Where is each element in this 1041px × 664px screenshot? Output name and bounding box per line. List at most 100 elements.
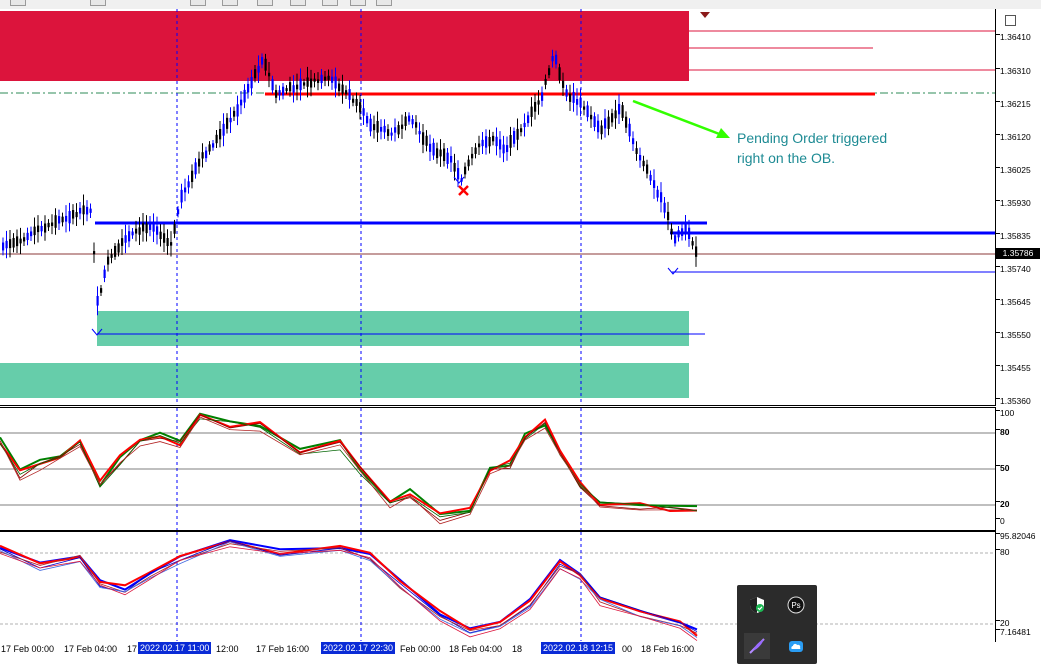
candle-body	[590, 114, 593, 120]
level-label: 95.82046	[1000, 531, 1036, 541]
candle-body	[282, 86, 285, 96]
chart-corner-box[interactable]	[1005, 15, 1016, 26]
toolbar-button[interactable]	[10, 0, 26, 6]
toolbar-button[interactable]	[376, 0, 392, 6]
candle-body	[464, 166, 467, 175]
candle-body	[222, 123, 225, 136]
candle-body	[632, 138, 635, 145]
candle-body	[324, 76, 327, 81]
candle-body	[604, 118, 607, 129]
annotation-arrow[interactable]	[632, 99, 730, 138]
candle-body	[457, 168, 460, 180]
candle-body	[660, 192, 663, 203]
toolbar-button[interactable]	[257, 0, 273, 6]
candle-body	[576, 99, 579, 105]
stochastic-panel[interactable]	[0, 407, 996, 531]
candle-body	[408, 115, 411, 122]
candle-body	[61, 216, 64, 223]
demand-zone-lower[interactable]	[0, 363, 689, 398]
price-chart[interactable]	[0, 9, 996, 406]
candle-body	[93, 251, 96, 255]
candle-body	[278, 90, 281, 96]
candle-body	[68, 211, 71, 224]
demand-zone-upper[interactable]	[97, 311, 689, 346]
shift-marker[interactable]	[700, 12, 710, 18]
candle-body	[401, 124, 404, 129]
oscillator-panel[interactable]	[0, 531, 996, 642]
candle-body	[184, 187, 187, 193]
candle-body	[583, 106, 586, 110]
toolbar-button[interactable]	[350, 0, 366, 6]
candle-body	[366, 116, 369, 124]
indicator-line	[0, 546, 698, 641]
time-label: 18 Feb 16:00	[641, 644, 695, 654]
candle-body	[695, 246, 698, 257]
toolbar-button[interactable]	[290, 0, 306, 6]
system-tray-popup[interactable]: Ps	[737, 585, 817, 664]
candle-body	[51, 222, 54, 226]
crosshair-time-label: 2022.02.18 12:15	[541, 642, 616, 654]
candle-body	[488, 136, 491, 147]
time-label: 17 Feb 04:00	[64, 644, 118, 654]
candle-body	[506, 145, 509, 153]
candle-body	[628, 123, 631, 137]
candle-body	[177, 209, 180, 215]
candle-body	[352, 98, 355, 103]
candle-body	[243, 89, 246, 103]
price-label: 1.35645	[1000, 297, 1031, 307]
candle-body	[54, 215, 57, 228]
candle-body	[208, 144, 211, 152]
price-label: 1.35835	[1000, 231, 1031, 241]
candle-body	[478, 143, 481, 148]
stochastic-canvas[interactable]	[0, 408, 995, 530]
candle-body	[527, 115, 530, 124]
toolbar-button[interactable]	[222, 0, 238, 6]
feather-icon[interactable]	[744, 633, 770, 659]
candle-body	[565, 89, 568, 97]
candle-body	[436, 148, 439, 159]
candle-body	[205, 150, 208, 159]
candle-body	[292, 85, 295, 93]
candle-body	[254, 69, 257, 79]
shield-check-icon[interactable]	[746, 594, 768, 616]
candle-body	[103, 269, 106, 278]
candle-body	[285, 88, 288, 92]
candle-body	[418, 130, 421, 135]
candle-body	[117, 243, 120, 253]
candle-body	[544, 78, 547, 85]
candle-body	[443, 148, 446, 162]
candle-body	[383, 125, 386, 133]
price-axis[interactable]: 1.36410 1.36310 1.36215 1.36120 1.36025 …	[996, 9, 1041, 406]
candle-body	[670, 228, 673, 234]
candle-body	[194, 162, 197, 175]
toolbar-button[interactable]	[322, 0, 338, 6]
time-label: 17 Feb 16:00	[256, 644, 310, 654]
oscillator-canvas[interactable]	[0, 532, 995, 642]
cloud-icon[interactable]	[785, 635, 807, 657]
candle-body	[625, 116, 628, 128]
candle-body	[548, 68, 551, 76]
toolbar-button[interactable]	[90, 0, 106, 6]
candle-body	[110, 254, 113, 258]
candle-body	[320, 74, 323, 84]
candle-body	[124, 235, 127, 243]
toolbar-button[interactable]	[190, 0, 206, 6]
candle-body	[191, 170, 194, 183]
candle-body	[359, 102, 362, 113]
candle-body	[492, 135, 495, 142]
candle-body	[481, 139, 484, 147]
candle-body	[387, 129, 390, 136]
candle-body	[114, 245, 117, 257]
time-axis[interactable]: 17 Feb 00:00 17 Feb 04:00 17 2022.02.17 …	[0, 641, 995, 664]
candle-body	[40, 225, 43, 232]
candle-body	[376, 120, 379, 133]
candle-body	[516, 128, 519, 140]
time-label: 17	[127, 644, 138, 654]
candle-body	[233, 110, 236, 117]
ps-circle-icon[interactable]: Ps	[785, 594, 807, 616]
price-chart-canvas[interactable]	[0, 9, 995, 405]
candle-body	[523, 122, 526, 128]
candle-body	[163, 233, 166, 243]
candle-body	[572, 91, 575, 103]
candle-body	[226, 117, 229, 129]
